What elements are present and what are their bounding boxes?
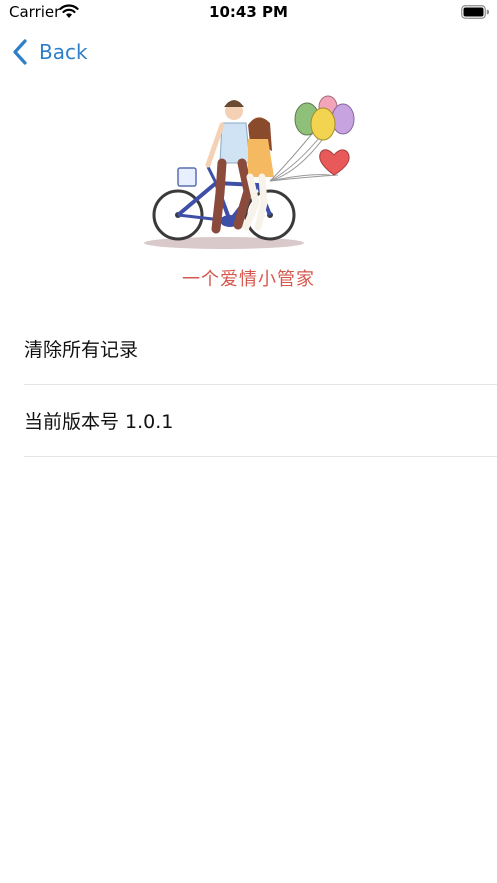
clear-all-records-label: 清除所有记录 <box>24 339 139 361</box>
chevron-left-icon <box>13 39 27 65</box>
app-slogan: 一个爱情小管家 <box>182 269 315 290</box>
battery-icon <box>461 5 489 19</box>
clear-all-records-row[interactable]: 清除所有记录 <box>24 313 497 385</box>
back-label: Back <box>39 40 88 64</box>
version-row[interactable]: 当前版本号 1.0.1 <box>24 385 497 457</box>
status-bar: Carrier 10:43 PM <box>0 0 497 26</box>
status-time: 10:43 PM <box>209 3 288 21</box>
couple-bicycle-illustration <box>144 95 355 249</box>
settings-list: 清除所有记录 当前版本号 1.0.1 <box>24 313 497 457</box>
navigation-bar: Back <box>0 26 497 76</box>
back-button[interactable]: Back <box>10 37 88 67</box>
version-label: 当前版本号 1.0.1 <box>24 411 174 433</box>
